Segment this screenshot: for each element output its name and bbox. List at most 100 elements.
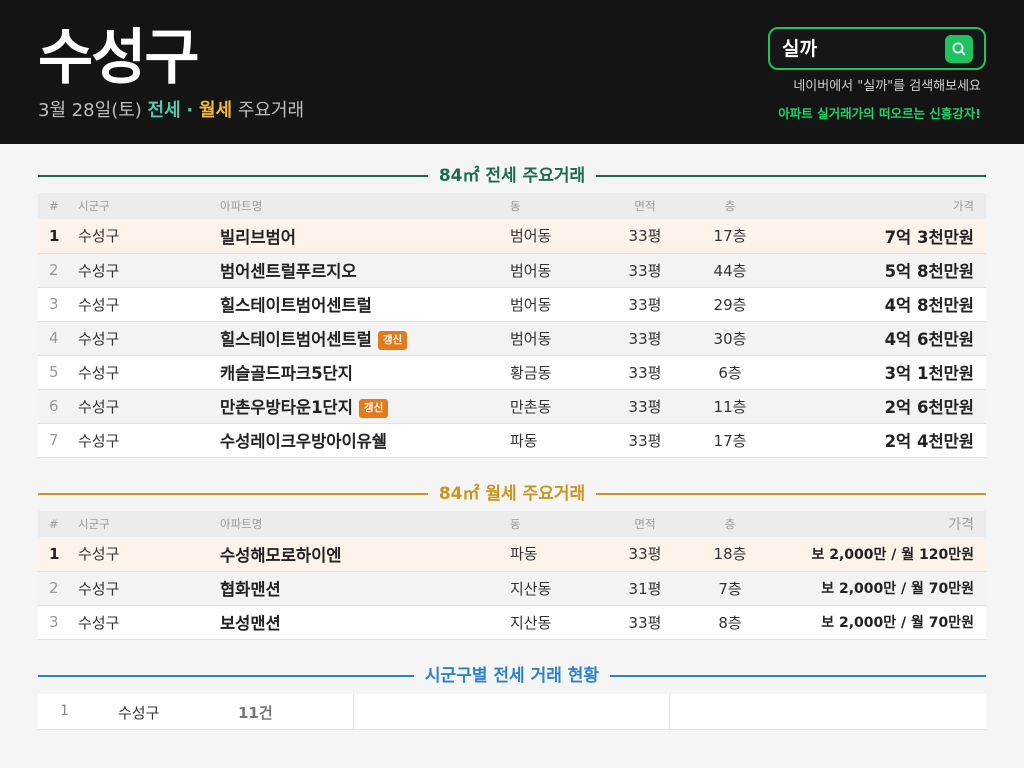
row-area-cell: 33평 — [590, 389, 700, 424]
row-floor: 44층 — [713, 261, 747, 280]
col-area-header: 면적 — [590, 193, 700, 219]
row-rank-cell: 4 — [38, 321, 78, 356]
row-floor: 8층 — [718, 613, 742, 632]
table-row[interactable]: 1 수성구 빌리브범어 범어동 33평 17층 7억 3천만원 — [38, 219, 986, 254]
row-apartment: 보성맨션 — [220, 614, 281, 633]
date-label: 3월 28일(토) — [38, 100, 142, 121]
row-dong: 범어동 — [510, 295, 552, 314]
row-dong: 만촌동 — [510, 397, 552, 416]
search-box[interactable]: 실까 — [768, 27, 986, 70]
row-rank: 5 — [49, 363, 59, 381]
row-dong: 파동 — [510, 431, 538, 450]
table-row[interactable]: 5 수성구 캐슬골드파크5단지 황금동 33평 6층 3억 1천만원 — [38, 355, 986, 390]
col-floor-header: 층 — [700, 511, 760, 537]
row-city: 수성구 — [78, 397, 120, 416]
table-row[interactable]: 1 수성구 수성해모로하이엔 파동 33평 18층 보 2,000만 / 월 120만원 — [38, 537, 986, 572]
row-floor-cell: 44층 — [700, 253, 760, 288]
col-dong-header: 동 — [510, 511, 590, 537]
row-price: 2억 4천만원 — [884, 432, 974, 451]
row-price: 2억 6천만원 — [884, 398, 974, 417]
row-apartment: 범어센트럴푸르지오 — [220, 262, 357, 281]
row-city: 수성구 — [78, 431, 120, 450]
row-price-cell: 4억 8천만원 — [760, 287, 986, 322]
row-dong-cell: 만촌동 — [510, 389, 590, 424]
region-summary: 1 수성구 11건 — [38, 694, 986, 730]
col-city-header: 시군구 — [78, 193, 220, 219]
col-area-header: 면적 — [590, 511, 700, 537]
row-city: 수성구 — [78, 579, 120, 598]
wolse-section-title: 84㎡ 월세 주요거래 — [427, 484, 597, 504]
table-row[interactable]: 3 수성구 보성맨션 지산동 33평 8층 보 2,000만 / 월 70만원 — [38, 605, 986, 640]
jeonse-section-title: 84㎡ 전세 주요거래 — [427, 166, 597, 186]
jeonse-label: 전세 — [147, 100, 181, 121]
row-apartment-cell: 협화맨션 — [220, 571, 510, 606]
col-floor-header: 층 — [700, 193, 760, 219]
table-row[interactable]: 2 수성구 범어센트럴푸르지오 범어동 33평 44층 5억 8천만원 — [38, 253, 986, 288]
col-price-header: 가격 — [760, 193, 986, 219]
row-floor-cell: 30층 — [700, 321, 760, 356]
row-dong-cell: 황금동 — [510, 355, 590, 390]
row-price-cell: 보 2,000만 / 월 70만원 — [760, 605, 986, 640]
jeonse-table: # 시군구 아파트명 동 면적 층 가격 1 수성구 빌리브범어 범어동 33평 17층 7… — [38, 193, 986, 458]
row-rank: 6 — [49, 397, 59, 415]
row-floor-cell: 11층 — [700, 389, 760, 424]
row-dong-cell: 파동 — [510, 423, 590, 458]
row-area: 33평 — [628, 329, 662, 348]
table-row[interactable]: 6 수성구 만촌우방타운1단지 갱신 만촌동 33평 11층 2억 6천만원 — [38, 389, 986, 424]
search-button[interactable] — [945, 35, 973, 63]
row-dong: 파동 — [510, 545, 538, 564]
jeonse-section-header: 84㎡ 전세 주요거래 — [38, 164, 986, 188]
table-header-row: # 시군구 아파트명 동 면적 층 가격 — [38, 193, 986, 219]
row-apartment: 힐스테이트범어센트럴 — [220, 330, 372, 349]
row-floor-cell: 8층 — [700, 605, 760, 640]
row-apartment-cell: 힐스테이트범어센트럴 — [220, 287, 510, 322]
row-floor: 17층 — [713, 431, 747, 450]
row-floor: 29층 — [713, 295, 747, 314]
row-area: 33평 — [628, 363, 662, 382]
row-area: 33평 — [628, 613, 662, 632]
row-area-cell: 33평 — [590, 253, 700, 288]
row-city-cell: 수성구 — [78, 287, 220, 322]
row-city: 수성구 — [78, 545, 120, 564]
row-apartment-cell: 수성레이크우방아이유쉘 — [220, 423, 510, 458]
row-dong-cell: 지산동 — [510, 571, 590, 606]
row-price: 4억 8천만원 — [884, 296, 974, 315]
table-row[interactable]: 2 수성구 협화맨션 지산동 31평 7층 보 2,000만 / 월 70만원 — [38, 571, 986, 606]
row-area-cell: 31평 — [590, 571, 700, 606]
row-area: 33평 — [628, 261, 662, 280]
row-rank-cell: 3 — [38, 605, 78, 640]
table-row[interactable]: 3 수성구 힐스테이트범어센트럴 범어동 33평 29층 4억 8천만원 — [38, 287, 986, 322]
region-cell: 1 수성구 11건 — [38, 694, 354, 730]
row-area-cell: 33평 — [590, 219, 700, 254]
row-apartment: 수성레이크우방아이유쉘 — [220, 432, 387, 451]
table-row[interactable]: 7 수성구 수성레이크우방아이유쉘 파동 33평 17층 2억 4천만원 — [38, 423, 986, 458]
search-query[interactable]: 실까 — [782, 37, 817, 61]
row-city-cell: 수성구 — [78, 389, 220, 424]
row-dong: 지산동 — [510, 613, 552, 632]
row-price: 보 2,000만 / 월 70만원 — [821, 615, 974, 631]
row-price: 5억 8천만원 — [884, 262, 974, 281]
row-price-cell: 7억 3천만원 — [760, 219, 986, 254]
row-area-cell: 33평 — [590, 355, 700, 390]
col-num-header: # — [38, 193, 78, 219]
wolse-table: # 시군구 아파트명 동 면적 층 가격 1 수성구 수성해모로하이엔 파동 33평 18… — [38, 511, 986, 640]
row-city-cell: 수성구 — [78, 321, 220, 356]
row-apartment: 협화맨션 — [220, 580, 281, 599]
row-rank-cell: 6 — [38, 389, 78, 424]
renewal-badge: 갱신 — [377, 331, 408, 350]
region-city: 수성구 — [118, 704, 160, 722]
table-row[interactable]: 4 수성구 힐스테이트범어센트럴 갱신 범어동 33평 30층 4억 6천만원 — [38, 321, 986, 356]
row-apartment: 힐스테이트범어센트럴 — [220, 296, 372, 315]
row-area-cell: 33평 — [590, 605, 700, 640]
row-area: 33평 — [628, 295, 662, 314]
table-header-row: # 시군구 아파트명 동 면적 층 가격 — [38, 511, 986, 537]
row-price-cell: 5억 8천만원 — [760, 253, 986, 288]
row-apartment-cell: 보성맨션 — [220, 605, 510, 640]
row-price: 보 2,000만 / 월 120만원 — [811, 546, 974, 563]
row-dong-cell: 지산동 — [510, 605, 590, 640]
row-floor-cell: 17층 — [700, 423, 760, 458]
region-section-header: 시군구별 전세 거래 현황 — [38, 664, 986, 688]
row-price-cell: 2억 4천만원 — [760, 423, 986, 458]
row-rank: 3 — [49, 295, 59, 313]
row-city-cell: 수성구 — [78, 571, 220, 606]
